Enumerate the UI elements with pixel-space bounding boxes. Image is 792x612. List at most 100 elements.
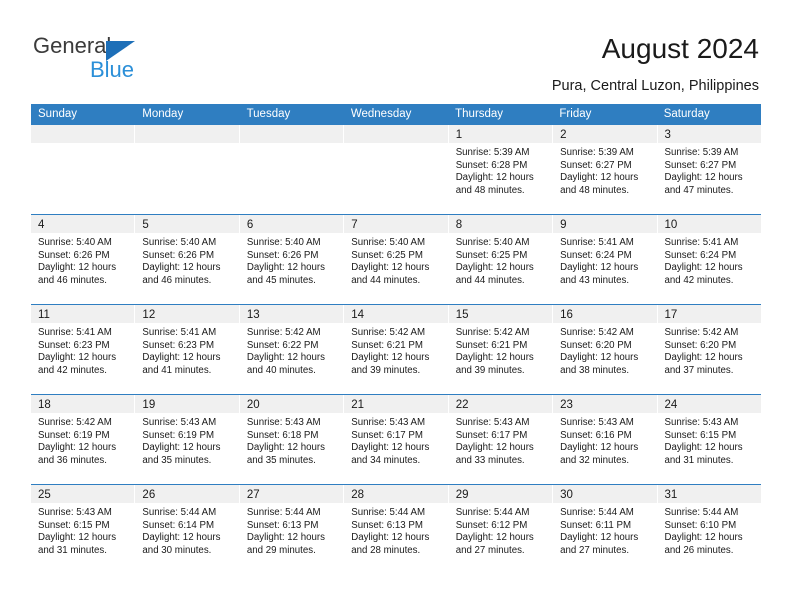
page-header: General Blue August 2024 Pura, Central L… <box>0 0 792 96</box>
daylight-duration-line2: and 40 minutes. <box>246 364 316 376</box>
day-number: 19 <box>142 399 156 411</box>
sunrise-time: Sunrise: 5:41 AM <box>560 237 634 248</box>
daylight-duration-line2: and 30 minutes. <box>142 544 212 556</box>
day-cell[interactable]: 18 Sunrise: 5:42 AM Sunset: 6:19 PM Dayligh… <box>31 395 136 484</box>
day-number-band: 6 <box>239 215 344 233</box>
day-number: 6 <box>246 219 254 231</box>
day-cell[interactable]: 23 Sunrise: 5:43 AM Sunset: 6:16 PM Dayligh… <box>553 395 658 484</box>
day-number-band: 5 <box>135 215 239 233</box>
sunset-time: Sunset: 6:27 PM <box>560 159 632 171</box>
day-cell[interactable]: 13 Sunrise: 5:42 AM Sunset: 6:22 PM Dayligh… <box>239 305 345 394</box>
day-number: 17 <box>664 309 678 321</box>
day-number: 10 <box>664 219 678 231</box>
daylight-duration-line2: and 46 minutes. <box>38 274 107 286</box>
day-sun-info: Sunrise: 5:41 AM Sunset: 6:23 PM Daylight:… <box>31 323 134 377</box>
day-sun-info: Sunrise: 5:42 AM Sunset: 6:21 PM Daylight:… <box>449 323 552 377</box>
sunset-time: Sunset: 6:23 PM <box>142 339 215 351</box>
day-sun-info: Sunrise: 5:43 AM Sunset: 6:18 PM Daylight:… <box>240 413 343 467</box>
sunset-time: Sunset: 6:25 PM <box>351 249 423 261</box>
daylight-duration-line2: and 33 minutes. <box>455 454 525 466</box>
day-sun-info: Sunrise: 5:42 AM Sunset: 6:20 PM Daylight:… <box>553 323 656 377</box>
day-sun-info: Sunrise: 5:43 AM Sunset: 6:17 PM Daylight:… <box>344 413 447 467</box>
day-cell[interactable]: 17 Sunrise: 5:42 AM Sunset: 6:20 PM Dayligh… <box>657 305 761 394</box>
daylight-duration-line2: and 48 minutes. <box>455 184 525 196</box>
day-cell[interactable]: 12 Sunrise: 5:41 AM Sunset: 6:23 PM Dayligh… <box>135 305 240 394</box>
day-cell[interactable]: 4 Sunrise: 5:40 AM Sunset: 6:26 PM Daylight… <box>31 215 136 304</box>
day-cell[interactable]: 8 Sunrise: 5:40 AM Sunset: 6:25 PM Daylight… <box>448 215 554 304</box>
day-number: 5 <box>142 219 149 231</box>
day-cell[interactable]: 27 Sunrise: 5:44 AM Sunset: 6:13 PM Dayligh… <box>239 485 345 574</box>
daylight-duration-line1: Daylight: 12 hours <box>455 352 534 364</box>
day-number-band: 13 <box>239 305 344 323</box>
day-number-band <box>31 125 135 143</box>
day-number: 31 <box>664 489 678 501</box>
daylight-duration-line1: Daylight: 12 hours <box>246 532 325 544</box>
day-cell[interactable]: 6 Sunrise: 5:40 AM Sunset: 6:26 PM Daylight… <box>239 215 345 304</box>
day-cell[interactable]: 26 Sunrise: 5:44 AM Sunset: 6:14 PM Dayligh… <box>135 485 240 574</box>
day-number-band: 31 <box>657 485 761 503</box>
day-cell[interactable]: 7 Sunrise: 5:40 AM Sunset: 6:25 PM Daylight… <box>344 215 449 304</box>
logo-text-blue: Blue <box>90 57 135 82</box>
weekday-header-sunday: Sunday <box>38 108 78 120</box>
sunrise-time: Sunrise: 5:42 AM <box>455 327 530 338</box>
day-cell[interactable]: 11 Sunrise: 5:41 AM Sunset: 6:23 PM Dayligh… <box>31 305 136 394</box>
day-number-band: 17 <box>657 305 761 323</box>
day-number-band: 7 <box>344 215 448 233</box>
day-cell[interactable]: 2 Sunrise: 5:39 AM Sunset: 6:27 PM Daylight… <box>553 125 658 214</box>
day-number: 28 <box>351 489 365 501</box>
day-sun-info: Sunrise: 5:40 AM Sunset: 6:26 PM Daylight:… <box>135 233 238 287</box>
calendar-grid: Sunday Monday Tuesday Wednesday Thursday… <box>31 104 761 574</box>
day-cell[interactable]: 15 Sunrise: 5:42 AM Sunset: 6:21 PM Dayligh… <box>448 305 554 394</box>
daylight-duration-line1: Daylight: 12 hours <box>38 352 117 364</box>
day-number-band: 2 <box>553 125 657 143</box>
day-cell[interactable]: 28 Sunrise: 5:44 AM Sunset: 6:13 PM Dayligh… <box>344 485 449 574</box>
day-number: 21 <box>351 399 365 411</box>
sunrise-time: Sunrise: 5:40 AM <box>455 237 530 248</box>
day-sun-info: Sunrise: 5:40 AM Sunset: 6:26 PM Daylight:… <box>31 233 134 287</box>
weekday-header-saturday: Saturday <box>663 108 710 120</box>
day-number-band <box>239 125 344 143</box>
sunrise-time: Sunrise: 5:43 AM <box>664 417 739 428</box>
day-cell[interactable]: 22 Sunrise: 5:43 AM Sunset: 6:17 PM Dayligh… <box>448 395 554 484</box>
weekday-header-friday: Friday <box>559 108 592 120</box>
day-number: 13 <box>246 309 260 321</box>
day-number: 29 <box>455 489 469 501</box>
sunset-time: Sunset: 6:22 PM <box>246 339 319 351</box>
day-number-band: 8 <box>448 215 553 233</box>
day-sun-info: Sunrise: 5:42 AM Sunset: 6:19 PM Daylight:… <box>31 413 134 467</box>
day-sun-info: Sunrise: 5:43 AM Sunset: 6:15 PM Daylight:… <box>658 413 761 467</box>
day-cell[interactable]: 10 Sunrise: 5:41 AM Sunset: 6:24 PM Dayligh… <box>657 215 761 304</box>
day-cell[interactable]: 21 Sunrise: 5:43 AM Sunset: 6:17 PM Dayligh… <box>344 395 449 484</box>
day-cell[interactable]: 3 Sunrise: 5:39 AM Sunset: 6:27 PM Daylight… <box>657 125 761 214</box>
day-cell[interactable]: 29 Sunrise: 5:44 AM Sunset: 6:12 PM Dayligh… <box>448 485 554 574</box>
day-sun-info: Sunrise: 5:40 AM Sunset: 6:25 PM Daylight:… <box>449 233 552 287</box>
day-cell[interactable]: 30 Sunrise: 5:44 AM Sunset: 6:11 PM Dayligh… <box>553 485 658 574</box>
generalblue-logo[interactable]: General Blue <box>33 34 163 86</box>
sunset-time: Sunset: 6:26 PM <box>38 249 110 261</box>
day-cell[interactable]: 16 Sunrise: 5:42 AM Sunset: 6:20 PM Dayligh… <box>553 305 658 394</box>
sunrise-time: Sunrise: 5:44 AM <box>246 507 321 518</box>
day-cell[interactable]: 1 Sunrise: 5:39 AM Sunset: 6:28 PM Daylight… <box>448 125 554 214</box>
sunset-time: Sunset: 6:24 PM <box>560 249 632 261</box>
sunrise-time: Sunrise: 5:39 AM <box>560 147 634 158</box>
day-number: 9 <box>560 219 567 231</box>
daylight-duration-line2: and 26 minutes. <box>664 544 734 556</box>
day-cell[interactable]: 5 Sunrise: 5:40 AM Sunset: 6:26 PM Daylight… <box>135 215 240 304</box>
day-sun-info: Sunrise: 5:39 AM Sunset: 6:27 PM Daylight:… <box>658 143 761 197</box>
daylight-duration-line1: Daylight: 12 hours <box>142 532 221 544</box>
day-cell[interactable]: 20 Sunrise: 5:43 AM Sunset: 6:18 PM Dayligh… <box>239 395 345 484</box>
day-cell[interactable]: 25 Sunrise: 5:43 AM Sunset: 6:15 PM Dayligh… <box>31 485 136 574</box>
daylight-duration-line2: and 38 minutes. <box>560 364 630 376</box>
daylight-duration-line1: Daylight: 12 hours <box>560 352 639 364</box>
day-number: 22 <box>455 399 469 411</box>
sunrise-time: Sunrise: 5:40 AM <box>351 237 426 248</box>
weekday-header-thursday: Thursday <box>455 108 504 120</box>
day-cell[interactable]: 24 Sunrise: 5:43 AM Sunset: 6:15 PM Dayligh… <box>657 395 761 484</box>
day-cell[interactable]: 31 Sunrise: 5:44 AM Sunset: 6:10 PM Dayligh… <box>657 485 761 574</box>
sunset-time: Sunset: 6:10 PM <box>664 519 737 531</box>
day-cell[interactable]: 14 Sunrise: 5:42 AM Sunset: 6:21 PM Dayligh… <box>344 305 449 394</box>
daylight-duration-line2: and 42 minutes. <box>38 364 107 376</box>
sunset-time: Sunset: 6:13 PM <box>351 519 423 531</box>
day-cell[interactable]: 19 Sunrise: 5:43 AM Sunset: 6:19 PM Dayligh… <box>135 395 240 484</box>
day-cell[interactable]: 9 Sunrise: 5:41 AM Sunset: 6:24 PM Daylight… <box>553 215 658 304</box>
